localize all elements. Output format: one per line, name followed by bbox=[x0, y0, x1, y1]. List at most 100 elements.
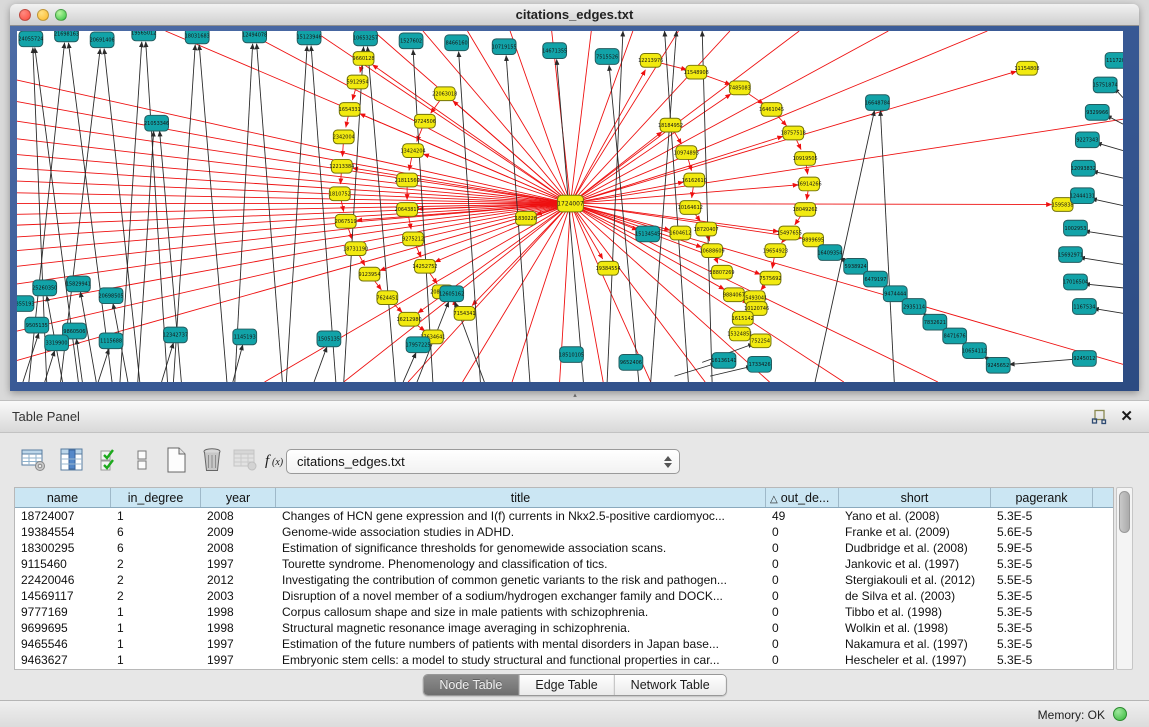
combobox-stepper-icon[interactable] bbox=[661, 456, 679, 468]
table-cell[interactable]: Jankovic et al. (1997) bbox=[839, 556, 991, 572]
delete-trash-icon[interactable] bbox=[198, 445, 226, 475]
graph-node[interactable]: 1604612 bbox=[669, 226, 691, 240]
network-window[interactable]: citations_edges.txt 24055724216981632069… bbox=[10, 4, 1139, 391]
graph-node[interactable]: 16409354 bbox=[817, 245, 842, 261]
graph-node[interactable]: 16136141 bbox=[711, 353, 736, 369]
graph-node[interactable]: 9724506 bbox=[414, 114, 436, 128]
table-cell[interactable]: 2009 bbox=[201, 524, 276, 540]
table-cell[interactable]: 0 bbox=[766, 588, 839, 604]
graph-node[interactable]: 1733426 bbox=[748, 357, 772, 373]
graph-node[interactable]: 2342004 bbox=[333, 130, 355, 144]
table-row[interactable]: 1938455462009Genome-wide association stu… bbox=[15, 524, 1113, 540]
graph-node[interactable]: 7485083 bbox=[729, 81, 751, 95]
table-cell[interactable]: 9463627 bbox=[15, 652, 111, 668]
graph-node[interactable]: 15497655 bbox=[777, 226, 802, 240]
graph-node[interactable]: 2067519 bbox=[335, 214, 357, 228]
graph-node[interactable]: 1002953 bbox=[1064, 220, 1088, 236]
graph-node[interactable]: 16461045 bbox=[759, 103, 784, 117]
graph-node[interactable]: 19565012 bbox=[131, 31, 156, 41]
graph-node[interactable]: 1724007 bbox=[557, 195, 584, 212]
table-cell[interactable]: 5.3E-5 bbox=[991, 588, 1093, 604]
tab-node-table[interactable]: Node Table bbox=[423, 675, 519, 695]
table-row[interactable]: 911546021997Tourette syndrome. Phenomeno… bbox=[15, 556, 1113, 572]
table-cell[interactable]: 6 bbox=[111, 524, 201, 540]
column-header-short[interactable]: short bbox=[839, 488, 991, 507]
table-cell[interactable]: Embryonic stem cells: a model to study s… bbox=[276, 652, 766, 668]
graph-node[interactable]: 18510105 bbox=[559, 347, 584, 363]
graph-node[interactable]: 18757518 bbox=[781, 126, 806, 140]
graph-node[interactable]: 15134545 bbox=[635, 226, 660, 242]
table-cell[interactable]: 5.9E-5 bbox=[991, 540, 1093, 556]
graph-node[interactable]: 18049262 bbox=[793, 203, 818, 217]
table-cell[interactable]: 5.3E-5 bbox=[991, 604, 1093, 620]
table-selector-combobox[interactable]: citations_edges.txt bbox=[286, 449, 680, 474]
table-cell[interactable]: 1997 bbox=[201, 636, 276, 652]
table-cell[interactable]: Corpus callosum shape and size in male p… bbox=[276, 604, 766, 620]
graph-node[interactable]: 6479197 bbox=[864, 271, 888, 287]
graph-node[interactable]: 1527602 bbox=[399, 33, 423, 49]
column-header-title[interactable]: title bbox=[276, 488, 766, 507]
table-cell[interactable]: Disruption of a novel member of a sodium… bbox=[276, 588, 766, 604]
column-header-year[interactable]: year bbox=[201, 488, 276, 507]
graph-node[interactable]: 752254 bbox=[750, 334, 771, 348]
table-cell[interactable]: 0 bbox=[766, 572, 839, 588]
graph-node[interactable]: 9123954 bbox=[359, 267, 381, 281]
table-cell[interactable]: 0 bbox=[766, 652, 839, 668]
table-row[interactable]: 1830029562008Estimation of significance … bbox=[15, 540, 1113, 556]
graph-node[interactable]: 18031683 bbox=[185, 31, 210, 44]
column-header-pagerank[interactable]: pagerank bbox=[991, 488, 1093, 507]
table-row[interactable]: 1456911722003Disruption of a novel membe… bbox=[15, 588, 1113, 604]
graph-node[interactable]: 15324851 bbox=[727, 327, 752, 341]
table-cell[interactable]: 5.3E-5 bbox=[991, 508, 1093, 524]
table-cell[interactable]: 2 bbox=[111, 588, 201, 604]
graph-node[interactable]: 9227343 bbox=[1075, 132, 1099, 148]
table-cell[interactable]: Changes of HCN gene expression and I(f) … bbox=[276, 508, 766, 524]
table-cell[interactable]: de Silva et al. (2003) bbox=[839, 588, 991, 604]
table-cell[interactable]: 1998 bbox=[201, 604, 276, 620]
graph-node[interactable]: 18720407 bbox=[694, 222, 719, 236]
table-cell[interactable]: 2012 bbox=[201, 572, 276, 588]
graph-node[interactable]: 8471676 bbox=[943, 328, 967, 344]
table-cell[interactable]: 1 bbox=[111, 508, 201, 524]
graph-node[interactable]: 15123946 bbox=[297, 31, 322, 45]
graph-node[interactable]: 18184952 bbox=[658, 118, 683, 132]
table-cell[interactable]: 0 bbox=[766, 636, 839, 652]
graph-node[interactable]: 15829941 bbox=[66, 276, 91, 292]
table-cell[interactable]: 1 bbox=[111, 620, 201, 636]
graph-node[interactable]: 5938924 bbox=[844, 258, 868, 274]
table-row[interactable]: 2242004622012Investigating the contribut… bbox=[15, 572, 1113, 588]
graph-node[interactable]: 20691406 bbox=[90, 32, 115, 48]
table-cell[interactable]: 49 bbox=[766, 508, 839, 524]
graph-node[interactable]: 11154808 bbox=[1014, 61, 1039, 75]
table-cell[interactable]: 18724007 bbox=[15, 508, 111, 524]
graph-node[interactable]: 1505135 bbox=[317, 331, 341, 347]
table-cell[interactable]: Dudbridge et al. (2008) bbox=[839, 540, 991, 556]
column-header-name[interactable]: name bbox=[15, 488, 111, 507]
graph-node[interactable]: 12213384 bbox=[329, 159, 354, 173]
graph-node[interactable]: 5912954 bbox=[347, 75, 369, 89]
graph-node[interactable]: 7154341 bbox=[454, 307, 476, 321]
graph-node[interactable]: 21811560 bbox=[395, 173, 420, 187]
graph-node[interactable]: 10164612 bbox=[678, 201, 703, 215]
graph-node[interactable]: 22063018 bbox=[432, 87, 457, 101]
graph-node[interactable]: 7515526 bbox=[595, 49, 619, 65]
graph-node[interactable]: 9660128 bbox=[353, 52, 375, 66]
table-cell[interactable]: 22420046 bbox=[15, 572, 111, 588]
table-cell[interactable]: Tourette syndrome. Phenomenology and cla… bbox=[276, 556, 766, 572]
table-settings-icon[interactable] bbox=[20, 445, 48, 475]
graph-node[interactable]: 10719155 bbox=[492, 39, 517, 55]
graph-node[interactable]: 14671355 bbox=[542, 43, 567, 59]
table-cell[interactable]: 18300295 bbox=[15, 540, 111, 556]
table-cell[interactable]: Stergiakouli et al. (2012) bbox=[839, 572, 991, 588]
table-cell[interactable]: 1997 bbox=[201, 556, 276, 572]
graph-node[interactable]: 15751874 bbox=[1093, 77, 1118, 93]
table-cell[interactable]: Franke et al. (2009) bbox=[839, 524, 991, 540]
graph-node[interactable]: 9245652 bbox=[986, 357, 1010, 373]
graph-node[interactable]: 19355193 bbox=[17, 296, 35, 312]
graph-node[interactable]: 7832621 bbox=[923, 314, 947, 330]
table-cell[interactable]: 2 bbox=[111, 572, 201, 588]
column-header-in_degree[interactable]: in_degree bbox=[111, 488, 201, 507]
table-cell[interactable]: 5.3E-5 bbox=[991, 636, 1093, 652]
column-header-out_de[interactable]: △out_de... bbox=[766, 488, 839, 507]
table-cell[interactable]: 5.3E-5 bbox=[991, 556, 1093, 572]
